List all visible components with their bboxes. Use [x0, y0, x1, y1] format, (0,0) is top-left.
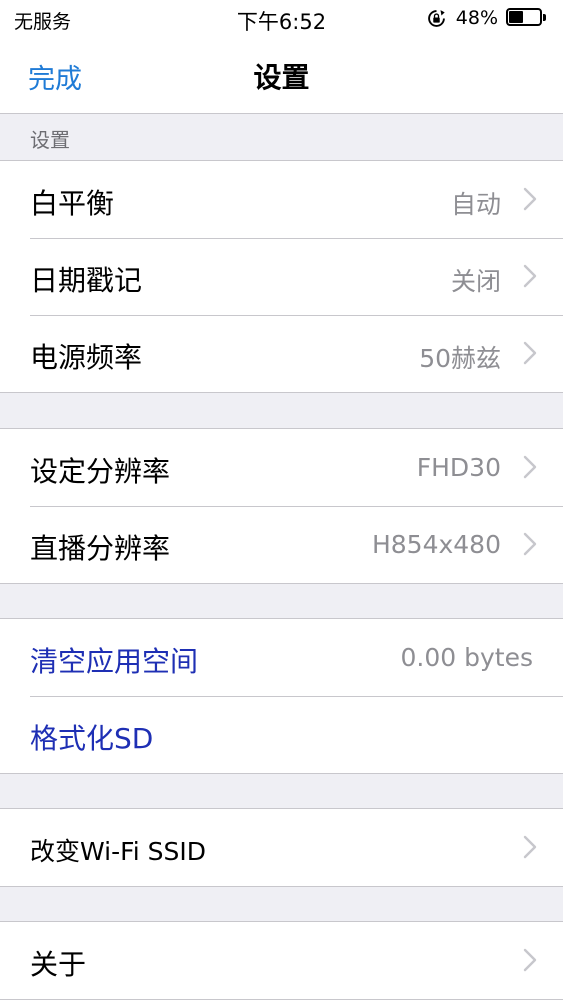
battery-icon: [506, 8, 549, 28]
section-header-label: 设置: [30, 128, 70, 152]
orientation-lock-icon: [427, 9, 445, 27]
settings-screen: 无服务 下午6:52 48% 完成 设置 设置 白平衡 自动 日期戳记 关闭 电…: [0, 0, 563, 1000]
storage-size-value: 0.00 bytes: [400, 643, 533, 672]
row-label: 电源频率: [30, 341, 143, 374]
clear-app-space-button[interactable]: 清空应用空间: [30, 640, 198, 680]
group-resolution: 设定分辨率 FHD30 直播分辨率 H854x480: [0, 428, 563, 584]
group-about: 关于: [0, 921, 563, 1000]
group-wifi: 改变Wi-Fi SSID: [0, 808, 563, 887]
battery-percent: 48%: [455, 7, 498, 29]
nav-bar: 完成 设置: [0, 38, 563, 114]
status-indicators: 48%: [427, 6, 549, 30]
row-label: 白平衡: [30, 187, 115, 220]
battery-level: [509, 11, 523, 23]
row-live-resolution[interactable]: 直播分辨率 H854x480: [0, 506, 563, 583]
format-sd-button[interactable]: 格式化SD: [30, 717, 153, 757]
group-storage: 清空应用空间 0.00 bytes 格式化SD: [0, 618, 563, 774]
row-label: 日期戳记: [30, 264, 143, 297]
row-label: 改变Wi-Fi SSID: [30, 837, 206, 866]
chevron-right-icon: [523, 341, 537, 365]
chevron-right-icon: [523, 948, 537, 972]
row-change-wifi-ssid[interactable]: 改变Wi-Fi SSID: [0, 809, 563, 886]
row-value: FHD30: [416, 453, 501, 482]
row-label: 直播分辨率: [30, 532, 171, 565]
row-value: H854x480: [371, 530, 501, 559]
status-bar: 无服务 下午6:52 48%: [0, 0, 563, 38]
chevron-right-icon: [523, 264, 537, 288]
row-clear-app-space[interactable]: 清空应用空间 0.00 bytes: [0, 619, 563, 696]
section-header: 设置: [0, 114, 563, 160]
row-about[interactable]: 关于: [0, 922, 563, 999]
chevron-right-icon: [523, 455, 537, 479]
row-value: 自动: [450, 190, 501, 219]
chevron-right-icon: [523, 532, 537, 556]
row-set-resolution[interactable]: 设定分辨率 FHD30: [0, 429, 563, 506]
chevron-right-icon: [523, 187, 537, 211]
page-title: 设置: [253, 61, 310, 94]
row-label: 关于: [30, 948, 87, 981]
row-value: 50赫兹: [419, 344, 501, 373]
row-date-stamp[interactable]: 日期戳记 关闭: [0, 238, 563, 315]
group-camera-settings: 白平衡 自动 日期戳记 关闭 电源频率 50赫兹: [0, 160, 563, 393]
row-format-sd[interactable]: 格式化SD: [0, 696, 563, 773]
row-power-frequency[interactable]: 电源频率 50赫兹: [0, 315, 563, 392]
chevron-right-icon: [523, 835, 537, 859]
row-value: 关闭: [450, 267, 501, 296]
row-label: 设定分辨率: [30, 455, 171, 488]
row-white-balance[interactable]: 白平衡 自动: [0, 161, 563, 238]
